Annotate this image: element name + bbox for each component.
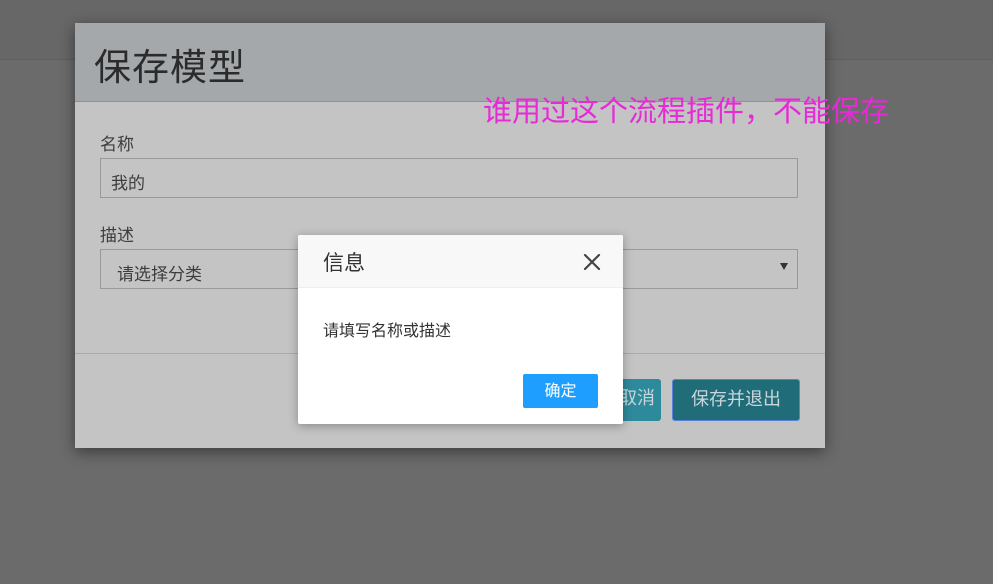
category-select-value: 请选择分类: [117, 265, 202, 285]
save-and-exit-button[interactable]: 保存并退出: [672, 379, 800, 421]
save-and-exit-label: 保存并退出: [691, 389, 781, 410]
chevron-down-icon: [780, 263, 788, 270]
info-dialog-title: 信息: [323, 251, 365, 275]
close-icon[interactable]: [582, 252, 602, 272]
name-label: 名称: [100, 135, 134, 155]
info-dialog-header: 信息: [298, 235, 623, 288]
save-modal-title: 保存模型: [94, 46, 246, 89]
info-dialog-message: 请填写名称或描述: [323, 321, 452, 340]
description-label: 描述: [100, 226, 134, 246]
info-dialog: 信息 请填写名称或描述 确定: [298, 235, 623, 424]
annotation-text: 谁用过这个流程插件，不能保存: [483, 94, 890, 128]
name-input-value: 我的: [111, 174, 145, 194]
name-input[interactable]: 我的: [100, 158, 798, 198]
confirm-button[interactable]: 确定: [523, 374, 598, 408]
